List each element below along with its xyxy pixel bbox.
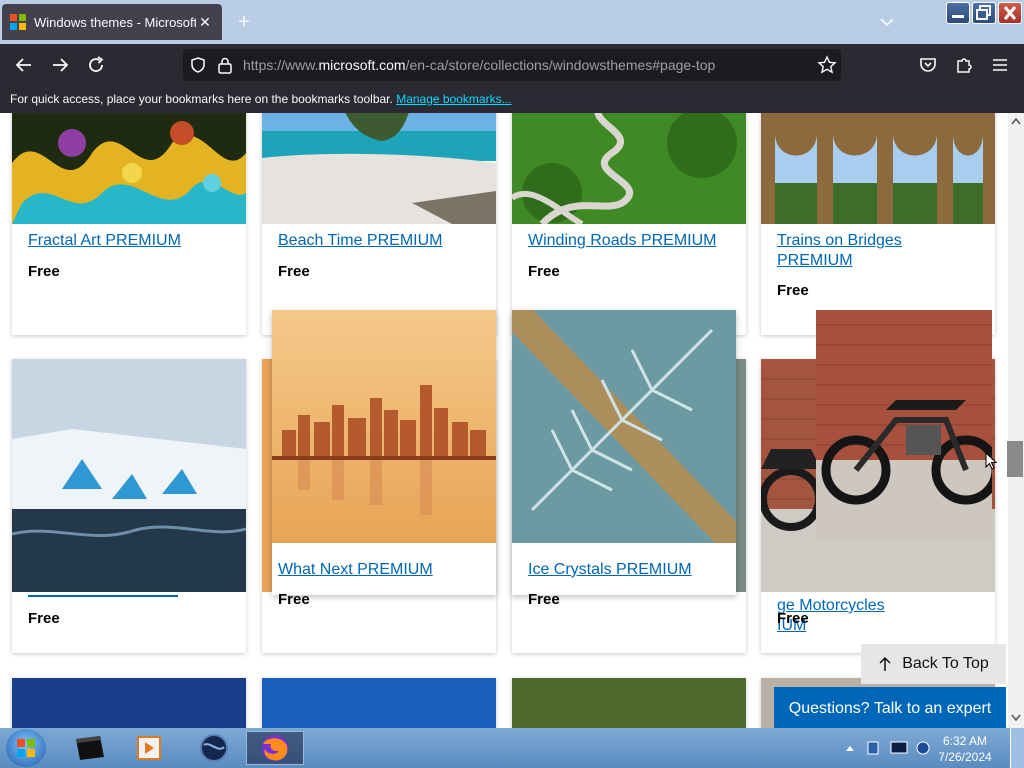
theme-title-underline <box>28 595 178 597</box>
close-window-button[interactable] <box>998 2 1022 24</box>
bookmarks-message: For quick access, place your bookmarks h… <box>10 92 393 106</box>
start-button[interactable] <box>6 729 46 767</box>
new-tab-button[interactable]: + <box>232 10 256 34</box>
theme-price: Free <box>528 591 560 608</box>
theme-card-icebergs[interactable]: Free <box>12 359 246 653</box>
tab-strip: Windows themes - Microsoft St ✕ + <box>0 0 1024 44</box>
address-bar[interactable]: https://www.microsoft.com/en-ca/store/co… <box>183 49 841 81</box>
windows-taskbar: 6:32 AM 7/26/2024 <box>0 728 1024 768</box>
theme-title-link[interactable]: Beach Time PREMIUM <box>278 231 442 251</box>
chevron-down-icon[interactable] <box>878 14 896 30</box>
show-desktop-button[interactable] <box>1010 728 1024 768</box>
theme-price: Free <box>28 263 60 280</box>
page-content: Fractal Art PREMIUM Free Beach Time PREM… <box>0 113 1008 728</box>
url-text: https://www.microsoft.com/en-ca/store/co… <box>243 57 716 73</box>
scroll-up-icon[interactable] <box>1011 117 1021 125</box>
globe-icon <box>200 734 228 762</box>
browser-tab-active[interactable]: Windows themes - Microsoft St ✕ <box>2 4 222 40</box>
star-icon[interactable] <box>817 55 837 75</box>
clock-time: 6:32 AM <box>942 734 988 748</box>
back-to-top-button[interactable]: Back To Top <box>861 644 1006 684</box>
taskbar-terminal[interactable] <box>66 731 114 765</box>
taskbar-firefox[interactable] <box>246 731 304 765</box>
theme-card-beach-time[interactable]: Beach Time PREMIUM Free <box>262 113 496 335</box>
theme-card-partial[interactable] <box>262 678 496 728</box>
theme-price: Free <box>28 610 60 627</box>
theme-title-link[interactable]: Winding Roads PREMIUM <box>528 231 717 251</box>
taskbar-media-player[interactable] <box>126 731 174 765</box>
theme-price: Free <box>777 282 809 299</box>
scrollbar-thumb[interactable] <box>1007 441 1023 477</box>
hamburger-icon[interactable] <box>988 53 1012 77</box>
shield-icon[interactable] <box>189 56 207 74</box>
theme-price: Free <box>278 263 310 280</box>
restore-button[interactable] <box>972 2 996 24</box>
tray-expand-icon[interactable] <box>845 744 855 752</box>
taskbar-clock[interactable]: 6:32 AM 7/26/2024 <box>930 733 1000 765</box>
clock-date: 7/26/2024 <box>938 750 992 764</box>
theme-title-link[interactable]: What Next PREMIUM <box>278 560 433 580</box>
tray-display-icon[interactable] <box>890 740 908 756</box>
taskbar-network-globe[interactable] <box>190 731 238 765</box>
tab-title: Windows themes - Microsoft St <box>34 14 196 30</box>
theme-card-partial[interactable] <box>12 678 246 728</box>
theme-price: Free <box>528 263 560 280</box>
theme-price: Free <box>278 591 310 608</box>
theme-thumbnail <box>262 113 496 224</box>
tray-device-icon[interactable] <box>865 740 881 756</box>
media-player-icon <box>137 736 161 760</box>
theme-hover-image-motorcycle[interactable] <box>816 310 1001 542</box>
theme-card-fractal-art[interactable]: Fractal Art PREMIUM Free <box>12 113 246 335</box>
theme-card-partial[interactable] <box>512 678 746 728</box>
reload-icon[interactable] <box>84 53 108 77</box>
theme-title-link[interactable]: Ice Crystals PREMIUM <box>528 560 692 580</box>
theme-thumbnail <box>761 113 995 224</box>
theme-card-what-next[interactable]: What Next PREMIUM <box>272 310 496 595</box>
theme-card-winding-roads[interactable]: Winding Roads PREMIUM Free <box>512 113 746 335</box>
theme-thumbnail <box>12 359 246 592</box>
theme-card-ice-crystals[interactable]: Ice Crystals PREMIUM <box>512 310 736 595</box>
theme-thumbnail <box>512 310 736 543</box>
microsoft-logo-icon <box>10 14 26 30</box>
minimize-button[interactable] <box>946 2 970 24</box>
theme-thumbnail <box>12 113 246 224</box>
firefox-icon <box>262 735 288 761</box>
manage-bookmarks-link[interactable]: Manage bookmarks... <box>396 92 511 106</box>
theme-card-trains-on-bridges[interactable]: Trains on Bridges PREMIUM Free <box>761 113 995 335</box>
theme-thumbnail <box>272 310 496 543</box>
arrow-right-icon[interactable] <box>48 53 72 77</box>
terminal-icon <box>76 736 104 760</box>
puzzle-icon[interactable] <box>952 53 976 77</box>
theme-title-link[interactable]: Trains on Bridges PREMIUM <box>777 231 902 271</box>
theme-thumbnail <box>512 113 746 224</box>
theme-price: Free <box>777 610 809 627</box>
pocket-icon[interactable] <box>916 53 940 77</box>
close-tab-icon[interactable]: ✕ <box>196 14 214 31</box>
bookmarks-toolbar: For quick access, place your bookmarks h… <box>0 86 1024 113</box>
arrow-up-icon <box>879 656 891 671</box>
talk-to-expert-button[interactable]: Questions? Talk to an expert <box>774 687 1006 728</box>
tray-network-icon[interactable] <box>915 740 931 756</box>
lock-icon[interactable] <box>217 56 233 74</box>
mouse-cursor-icon <box>985 452 997 470</box>
navigation-toolbar: https://www.microsoft.com/en-ca/store/co… <box>0 44 1024 86</box>
windows-logo-icon <box>17 739 35 757</box>
back-to-top-label: Back To Top <box>902 655 989 672</box>
window-controls <box>946 2 1022 24</box>
arrow-left-icon[interactable] <box>12 53 36 77</box>
theme-title-link[interactable]: Fractal Art PREMIUM <box>28 231 181 251</box>
scroll-down-icon[interactable] <box>1011 714 1021 722</box>
page-scrollbar[interactable] <box>1008 113 1024 728</box>
